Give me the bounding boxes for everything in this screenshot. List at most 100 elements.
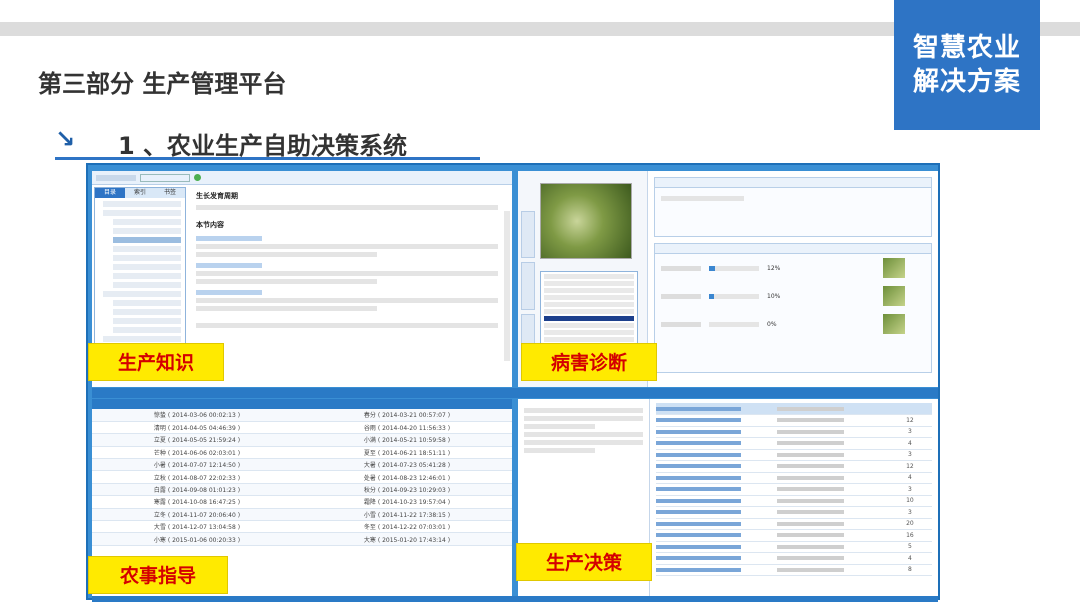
tree-item[interactable] xyxy=(113,273,181,279)
count-cell: 8 xyxy=(887,564,932,576)
list-item[interactable] xyxy=(544,295,634,300)
list-item[interactable] xyxy=(544,337,634,342)
result-row[interactable]: 12% xyxy=(655,254,931,282)
knowledge-tabs: 目录 索引 书签 xyxy=(95,188,185,198)
table-row[interactable]: 芒种 ( 2014-06-06 02:03:01 ) 夏至 ( 2014-06-2… xyxy=(92,446,512,460)
table-row[interactable]: 16 xyxy=(656,529,932,542)
table-row[interactable]: 立夏 ( 2014-05-05 21:59:24 ) 小满 ( 2014-05-2… xyxy=(92,433,512,447)
table-row[interactable]: 白露 ( 2014-09-08 01:01:23 ) 秋分 ( 2014-09-2… xyxy=(92,483,512,497)
tree-item[interactable] xyxy=(103,210,181,216)
table-row[interactable]: 4 xyxy=(656,472,932,484)
table-row[interactable]: 3 xyxy=(656,426,932,438)
table-row[interactable] xyxy=(656,403,932,415)
table-row[interactable]: 5 xyxy=(656,541,932,553)
item-cell[interactable] xyxy=(656,414,778,427)
table-row[interactable]: 12 xyxy=(656,414,932,427)
detail-cell xyxy=(777,529,888,542)
tree-item[interactable] xyxy=(103,201,181,207)
table-row[interactable]: 立秋 ( 2014-08-07 22:02:33 ) 处暑 ( 2014-08-2… xyxy=(92,470,512,484)
list-item-selected[interactable] xyxy=(544,316,634,321)
vertical-tab[interactable] xyxy=(521,262,535,310)
table-row[interactable]: 3 xyxy=(656,506,932,519)
table-row[interactable]: 8 xyxy=(656,564,932,576)
table-row[interactable]: 12 xyxy=(656,460,932,473)
list-item[interactable] xyxy=(544,323,634,328)
list-item[interactable] xyxy=(544,288,634,293)
item-cell[interactable] xyxy=(656,472,778,484)
tree-item[interactable] xyxy=(103,291,181,297)
item-cell[interactable] xyxy=(656,403,778,415)
tree-item[interactable] xyxy=(113,318,181,324)
table-row[interactable]: 寒露 ( 2014-10-08 16:47:25 ) 霜降 ( 2014-10-2… xyxy=(92,495,512,509)
tree-item[interactable] xyxy=(113,255,181,261)
result-row[interactable]: 10% xyxy=(655,282,931,310)
item-cell[interactable] xyxy=(656,495,778,507)
table-cell: 谷雨 ( 2014-04-20 11:56:33 ) xyxy=(302,421,512,435)
tree-item[interactable] xyxy=(103,336,181,342)
tab-bookmarks[interactable]: 书签 xyxy=(155,188,185,198)
solar-terms-table: 惊蛰 ( 2014-03-06 00:02:13 ) 春分 ( 2014-03-2… xyxy=(92,409,512,546)
disease-vertical-tabs xyxy=(521,211,535,361)
result-thumbnail[interactable] xyxy=(883,286,905,306)
item-cell[interactable] xyxy=(656,552,778,565)
tree-item[interactable] xyxy=(113,228,181,234)
text-link[interactable] xyxy=(196,263,263,268)
list-item[interactable] xyxy=(544,274,634,279)
result-row[interactable]: 0% xyxy=(655,310,931,338)
item-cell[interactable] xyxy=(656,460,778,473)
table-row[interactable]: 小暑 ( 2014-07-07 12:14:50 ) 大暑 ( 2014-07-2… xyxy=(92,458,512,472)
text-link[interactable] xyxy=(196,290,263,295)
item-cell[interactable] xyxy=(656,426,778,438)
table-cell: 小雪 ( 2014-11-22 17:38:15 ) xyxy=(302,508,512,522)
tab-index[interactable]: 索引 xyxy=(125,188,155,198)
item-cell[interactable] xyxy=(656,541,778,553)
item-cell[interactable] xyxy=(656,437,778,450)
table-row[interactable]: 清明 ( 2014-04-05 04:46:39 ) 谷雨 ( 2014-04-2… xyxy=(92,421,512,435)
table-row[interactable]: 立冬 ( 2014-11-07 20:06:40 ) 小雪 ( 2014-11-2… xyxy=(92,508,512,522)
category-select[interactable] xyxy=(140,173,190,182)
tree-item[interactable] xyxy=(113,327,181,333)
table-row[interactable]: 10 xyxy=(656,495,932,507)
tree-item[interactable] xyxy=(113,264,181,270)
symptom-list[interactable] xyxy=(540,271,638,351)
tree-item[interactable] xyxy=(113,309,181,315)
table-row[interactable]: 4 xyxy=(656,437,932,450)
item-cell[interactable] xyxy=(656,518,778,530)
table-cell: 寒露 ( 2014-10-08 16:47:25 ) xyxy=(92,495,302,509)
vertical-tab[interactable] xyxy=(521,211,535,259)
item-cell[interactable] xyxy=(656,449,778,461)
text-line xyxy=(196,244,498,249)
status-strip xyxy=(92,388,938,398)
text-line xyxy=(661,196,744,201)
table-row[interactable]: 20 xyxy=(656,518,932,530)
count-cell: 3 xyxy=(887,449,932,461)
result-thumbnail[interactable] xyxy=(883,314,905,334)
list-item[interactable] xyxy=(544,281,634,286)
knowledge-scrollbar[interactable] xyxy=(504,211,510,361)
tree-item[interactable] xyxy=(113,237,181,243)
table-row[interactable]: 4 xyxy=(656,552,932,565)
text-line xyxy=(524,408,643,413)
tree-item[interactable] xyxy=(113,246,181,252)
item-cell[interactable] xyxy=(656,483,778,496)
tab-contents[interactable]: 目录 xyxy=(95,188,125,198)
tree-item[interactable] xyxy=(113,300,181,306)
go-icon[interactable] xyxy=(194,174,201,181)
search-field[interactable] xyxy=(96,174,136,181)
item-cell[interactable] xyxy=(656,529,778,542)
result-thumbnail[interactable] xyxy=(883,258,905,278)
tree-item[interactable] xyxy=(113,219,181,225)
item-cell[interactable] xyxy=(656,564,778,576)
detail-cell xyxy=(777,403,888,415)
tree-item[interactable] xyxy=(113,282,181,288)
table-row[interactable]: 大雪 ( 2014-12-07 13:04:58 ) 冬至 ( 2014-12-2… xyxy=(92,520,512,534)
list-item[interactable] xyxy=(544,330,634,335)
table-row[interactable]: 3 xyxy=(656,449,932,461)
list-item[interactable] xyxy=(544,302,634,307)
text-link[interactable] xyxy=(196,236,263,241)
table-row[interactable]: 小寒 ( 2015-01-06 00:20:33 ) 大寒 ( 2015-01-2… xyxy=(92,532,512,546)
item-cell[interactable] xyxy=(656,506,778,519)
table-row[interactable]: 3 xyxy=(656,483,932,496)
table-row[interactable]: 惊蛰 ( 2014-03-06 00:02:13 ) 春分 ( 2014-03-2… xyxy=(92,409,512,422)
list-item[interactable] xyxy=(544,309,634,314)
